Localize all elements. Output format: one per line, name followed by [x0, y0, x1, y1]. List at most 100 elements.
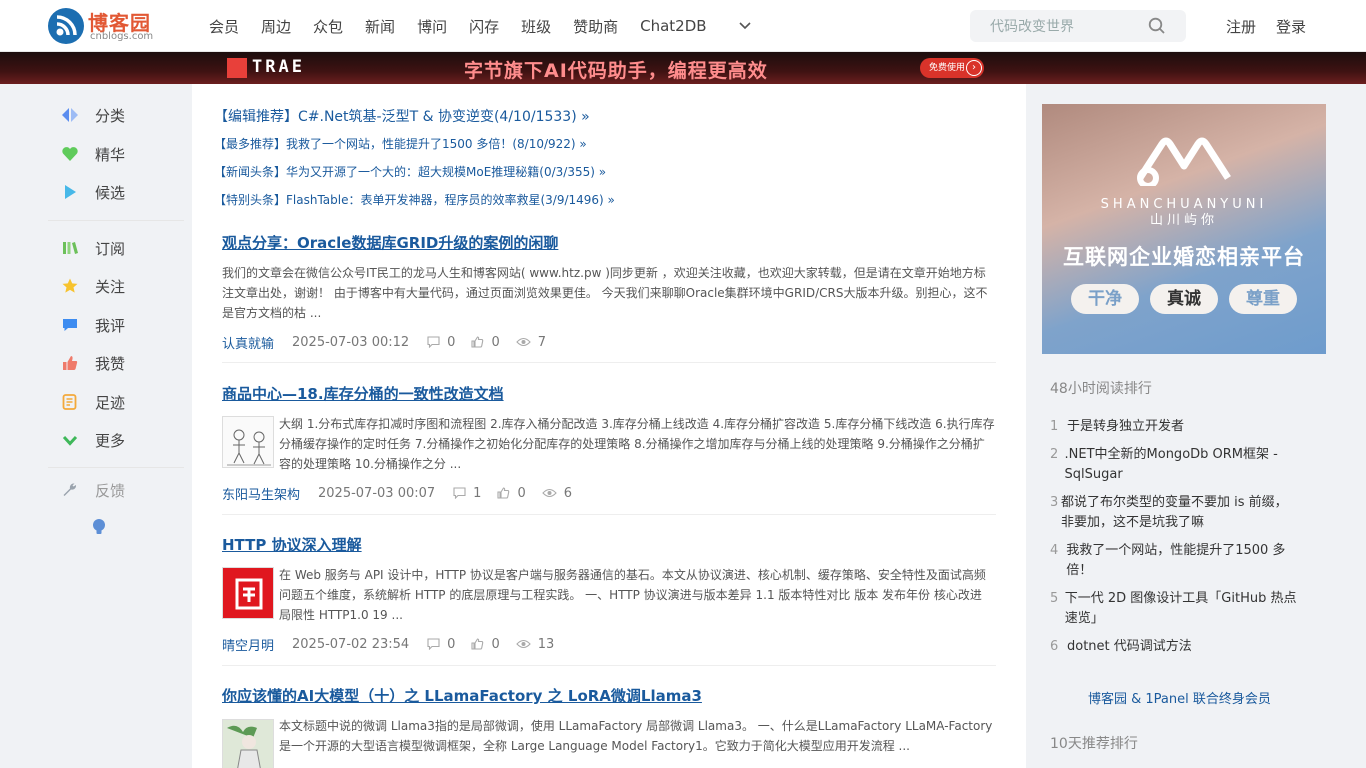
eye-icon [515, 337, 531, 347]
register-link[interactable]: 注册 [1226, 16, 1256, 37]
nav-item-sponsor[interactable]: 赞助商 [573, 16, 618, 37]
sidebar-item-label: 关注 [95, 277, 126, 296]
post-list: 【编辑推荐】C#.Net筑基-泛型T & 协变逆变(4/10/1533) » 【… [192, 84, 1026, 768]
post-views: 13 [515, 637, 554, 652]
top-nav: 博客园 cnblogs.com 会员 周边 众包 新闻 博问 闪存 班级 赞助商… [0, 0, 1366, 52]
ad-tag: 干净 [1071, 284, 1139, 314]
post-likes[interactable]: 0 [497, 486, 526, 501]
sidebar-item-more[interactable]: 更多 [60, 428, 125, 452]
search-icon[interactable] [1148, 17, 1166, 39]
ad-banner[interactable]: TRAE 字节旗下AI代码助手，编程更高效 免费使用 › [0, 52, 1366, 84]
brand-logo-icon [1137, 137, 1231, 186]
thumbs-up-icon [471, 638, 484, 650]
comment-icon [453, 487, 466, 499]
post-likes[interactable]: 0 [471, 636, 500, 652]
search-input[interactable] [970, 10, 1140, 42]
sidebar-item-label: 更多 [95, 431, 126, 450]
rank-number: 6 [1050, 639, 1059, 654]
post-likes[interactable]: 0 [471, 335, 500, 350]
logo[interactable]: 博客园 cnblogs.com [48, 6, 158, 46]
post-comment-count: 0 [447, 334, 456, 350]
post-comments[interactable]: 0 [427, 637, 455, 652]
comment-icon [60, 315, 80, 335]
sidebar-item-label: 精华 [95, 145, 126, 164]
footprint-icon [60, 392, 80, 412]
post-title[interactable]: HTTP 协议深入理解 [222, 534, 362, 555]
nav-item-ing[interactable]: 闪存 [469, 16, 499, 37]
sidebar-item-history[interactable]: 足迹 [60, 390, 125, 414]
sidebar-item-label: 分类 [95, 106, 126, 125]
rank-item[interactable]: 2 .NET中全新的MongoDb ORM框架 - SqlSugar [1050, 445, 1300, 485]
post-comments[interactable]: 0 [427, 335, 455, 350]
sidebar-item-label: 我评 [95, 316, 126, 335]
nav-item-news[interactable]: 新闻 [365, 16, 395, 37]
nav-item-crowd[interactable]: 众包 [313, 16, 343, 37]
rank-title[interactable]: 于是转身独立开发者 [1067, 417, 1184, 437]
post-divider [222, 665, 996, 666]
post-summary: 在 Web 服务与 API 设计中，HTTP 协议是客户端与服务器通信的基石。本… [279, 568, 986, 622]
post-like-count: 0 [491, 636, 500, 652]
sidebar-item-my-likes[interactable]: 我赞 [60, 351, 125, 375]
rank-item[interactable]: 4 我救了一个网站，性能提升了1500 多倍！ [1050, 541, 1300, 581]
side-ad[interactable]: SHANCHUANYUNI 山川屿你 互联网企业婚恋相亲平台 干净 真诚 尊重 [1042, 104, 1326, 354]
banner-cta-label: 免费使用 [929, 63, 966, 73]
post-date: 2025-07-02 23:54 [292, 636, 410, 652]
banner-cta-button[interactable]: 免费使用 › [920, 58, 984, 78]
post-views: 6 [541, 486, 572, 501]
sidebar-item-category[interactable]: 分类 [60, 103, 125, 127]
rank-number: 4 [1050, 543, 1059, 558]
heart-icon [60, 144, 80, 164]
sidebar-item-my-comments[interactable]: 我评 [60, 313, 125, 337]
sidebar-item-feedback[interactable]: 反馈 [60, 478, 125, 502]
member-link[interactable]: 博客园 & 1Panel 联合终身会员 [1088, 688, 1271, 707]
post-comments[interactable]: 1 [453, 486, 481, 501]
sidebar-item-subscribe[interactable]: 订阅 [60, 236, 125, 260]
sidebar-item-follow[interactable]: 关注 [60, 274, 125, 298]
rank-item[interactable]: 3 都说了布尔类型的变量不要加 is 前缀，非要加，这不是坑我了嘛 [1050, 493, 1300, 533]
post-meta: 认真就输 2025-07-03 00:12 0 0 7 [222, 332, 562, 352]
sidebar-item-label: 反馈 [95, 481, 126, 500]
nav-item-class[interactable]: 班级 [521, 16, 551, 37]
rank-item[interactable]: 1 于是转身独立开发者 [1050, 417, 1300, 437]
nav-item-chat2db[interactable]: Chat2DB [640, 17, 706, 35]
left-sidebar: 分类 精华 候选 订阅 关注 我评 我赞 足迹 更多 反馈 [0, 84, 192, 768]
news-headline-link[interactable]: 【新闻头条】华为又开源了一个大的：超大规模MoE推理秘籍(0/3/355) » [214, 163, 606, 180]
post-comment-count: 1 [473, 485, 482, 501]
post-author[interactable]: 晴空月明 [222, 635, 274, 654]
rank-title[interactable]: .NET中全新的MongoDb ORM框架 - SqlSugar [1065, 445, 1300, 485]
nav-item-member[interactable]: 会员 [209, 16, 239, 37]
nav-item-merch[interactable]: 周边 [261, 16, 291, 37]
post-date: 2025-07-03 00:12 [292, 334, 410, 350]
rank-title[interactable]: 都说了布尔类型的变量不要加 is 前缀，非要加，这不是坑我了嘛 [1061, 493, 1300, 533]
post-comment-count: 0 [447, 636, 456, 652]
post-meta: 晴空月明 2025-07-02 23:54 0 0 13 [222, 634, 570, 654]
sidebar-item-featured[interactable]: 精华 [60, 142, 125, 166]
post-thumbnail[interactable] [222, 416, 274, 468]
nav-menu: 会员 周边 众包 新闻 博问 闪存 班级 赞助商 Chat2DB [209, 0, 729, 52]
rank-title[interactable]: dotnet 代码调试方法 [1067, 637, 1192, 657]
logo-domain: cnblogs.com [90, 31, 154, 42]
post-title[interactable]: 商品中心—18.库存分桶的一致性改造文档 [222, 383, 504, 404]
post-author[interactable]: 东阳马生架构 [222, 484, 300, 503]
category-icon [60, 105, 80, 125]
post-thumbnail[interactable] [222, 719, 274, 768]
ad-slogan: 互联网企业婚恋相亲平台 [1063, 245, 1305, 269]
editor-recommend-link[interactable]: 【编辑推荐】C#.Net筑基-泛型T & 协变逆变(4/10/1533) » [214, 106, 590, 126]
sidebar-divider [48, 220, 184, 221]
rank-item[interactable]: 6 dotnet 代码调试方法 [1050, 637, 1300, 657]
post-title[interactable]: 观点分享：Oracle数据库GRID升级的案例的闲聊 [222, 232, 558, 253]
post-title[interactable]: 你应该懂的AI大模型（十）之 LLamaFactory 之 LoRA微调Llam… [222, 685, 702, 706]
nav-item-qa[interactable]: 博问 [417, 16, 447, 37]
special-headline-link[interactable]: 【特别头条】FlashTable：表单开发神器，程序员的效率救星(3/9/149… [214, 191, 615, 208]
chevron-down-icon [60, 430, 80, 450]
rank-title[interactable]: 我救了一个网站，性能提升了1500 多倍！ [1066, 541, 1300, 581]
post-author[interactable]: 认真就输 [222, 333, 274, 352]
chevron-down-icon[interactable] [736, 18, 754, 34]
lightbulb-icon[interactable] [90, 515, 108, 539]
rank-title[interactable]: 下一代 2D 图像设计工具「GitHub 热点速览」 [1065, 589, 1300, 629]
login-link[interactable]: 登录 [1276, 16, 1306, 37]
post-thumbnail[interactable] [222, 567, 274, 619]
rank-item[interactable]: 5 下一代 2D 图像设计工具「GitHub 热点速览」 [1050, 589, 1300, 629]
most-recommend-link[interactable]: 【最多推荐】我救了一个网站，性能提升了1500 多倍！(8/10/922) » [214, 135, 587, 152]
sidebar-item-candidate[interactable]: 候选 [60, 180, 125, 204]
